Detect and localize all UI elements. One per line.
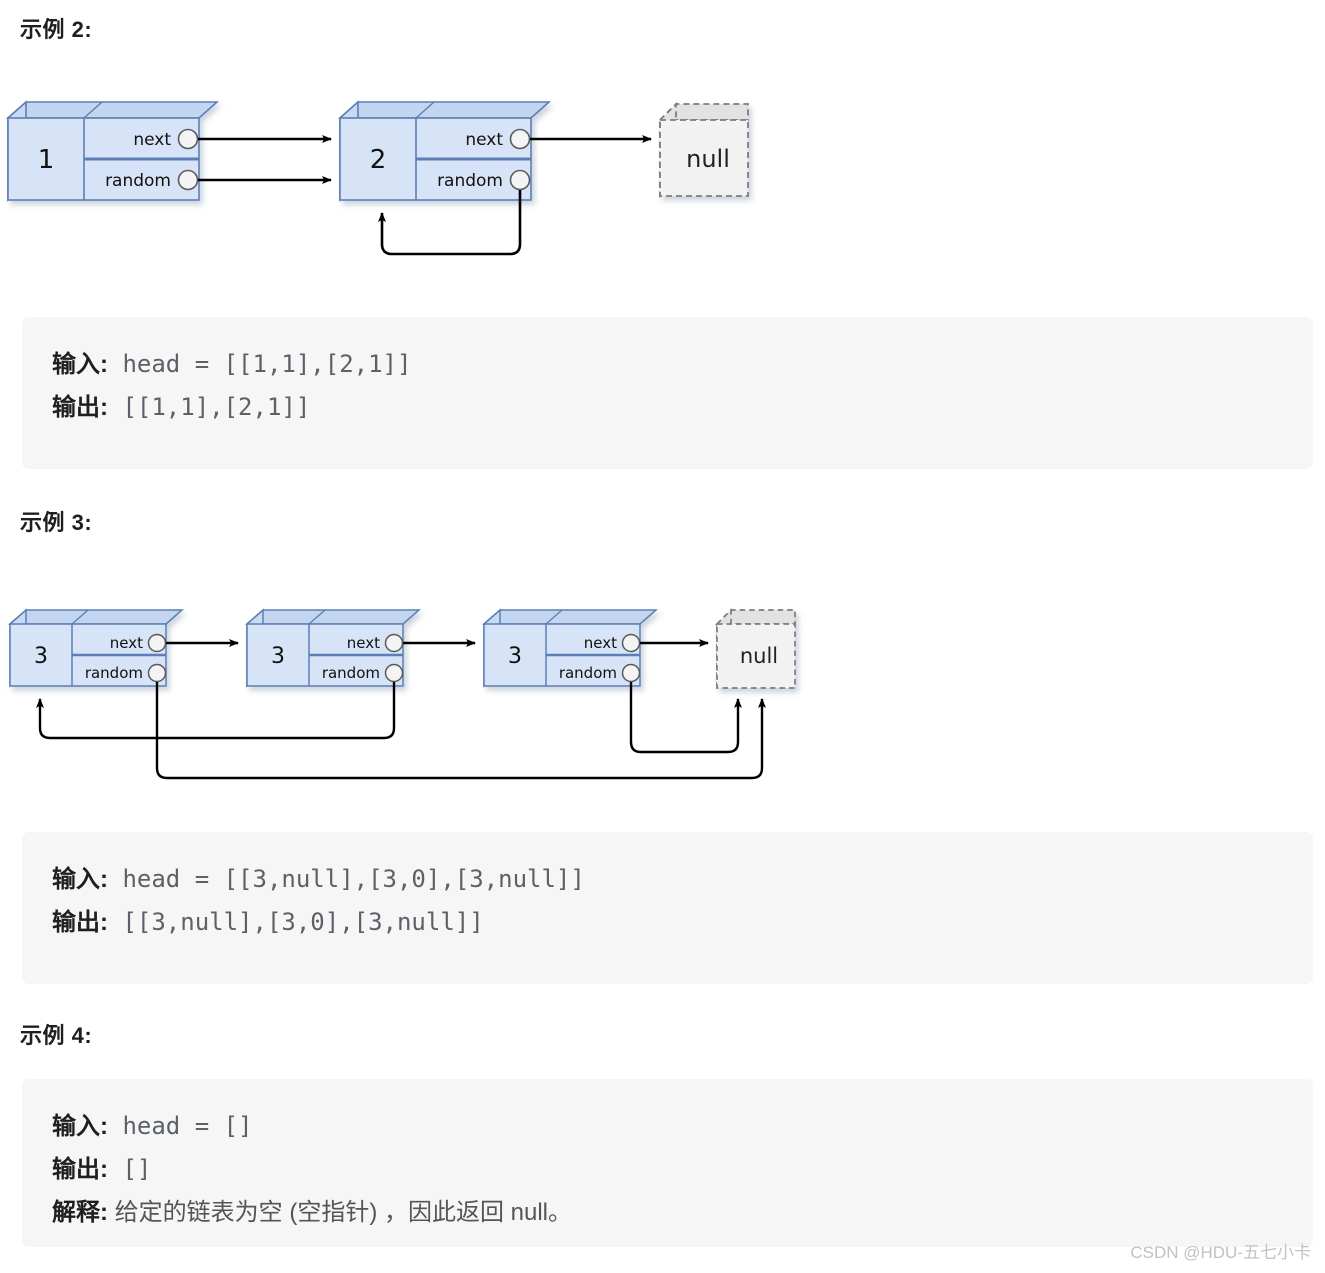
code-line-label: 输入: xyxy=(52,351,108,378)
code-line-value: [] xyxy=(108,1155,152,1183)
section-heading-example-4: 示例 4: xyxy=(20,1023,93,1048)
code-line-label: 输出: xyxy=(52,394,108,421)
next-pointer-dot xyxy=(384,633,404,653)
code-block-example-4: 输入: head = [] 输出: [] 解释: 给定的链表为空 (空指针) ，… xyxy=(22,1079,1313,1247)
code-line-label: 输出: xyxy=(52,1156,108,1183)
code-line-value: [[1,1],[2,1]] xyxy=(108,393,311,421)
code-line-value: head = [[1,1],[2,1]] xyxy=(108,350,412,378)
next-pointer-dot xyxy=(621,633,641,653)
section-heading-example-3: 示例 3: xyxy=(20,510,93,535)
code-line-value: 给定的链表为空 (空指针) ，因此返回 null。 xyxy=(108,1199,573,1226)
linked-list-node-2: 3 next random xyxy=(245,608,421,688)
node-next-label: next xyxy=(133,130,171,150)
edge-node1-random-to-null xyxy=(155,682,766,780)
node-next-label: next xyxy=(110,634,143,652)
node-value: 3 xyxy=(34,644,48,669)
node-random-label: random xyxy=(559,664,617,682)
node-random-label: random xyxy=(85,664,143,682)
node-next-label: next xyxy=(584,634,617,652)
code-line: 输出: [] xyxy=(52,1148,1313,1191)
watermark: CSDN @HDU-五七小卡 xyxy=(1130,1243,1311,1262)
linked-list-node-1: 3 next random xyxy=(8,608,184,688)
random-pointer-dot xyxy=(621,663,641,683)
code-line: 解释: 给定的链表为空 (空指针) ，因此返回 null。 xyxy=(52,1191,1313,1234)
code-line: 输入: head = [[1,1],[2,1]] xyxy=(52,343,1313,386)
next-pointer-dot xyxy=(509,128,531,150)
null-label: null xyxy=(686,145,730,173)
code-line-label: 输入: xyxy=(52,866,108,893)
node-next-label: next xyxy=(347,634,380,652)
null-terminator-box: null xyxy=(657,101,749,199)
node-value: 3 xyxy=(271,644,285,669)
null-terminator-box: null xyxy=(714,607,796,691)
node-random-label: random xyxy=(437,171,503,191)
page-root: 示例 2: 1 next random 2 next random null 输… xyxy=(0,0,1325,1273)
node-random-label: random xyxy=(105,171,171,191)
node-value: 1 xyxy=(38,145,55,175)
node-next-label: next xyxy=(465,130,503,150)
section-heading-example-2: 示例 2: xyxy=(20,17,93,42)
code-block-example-3: 输入: head = [[3,null],[3,0],[3,null]] 输出:… xyxy=(22,832,1313,984)
random-pointer-dot xyxy=(177,169,199,191)
random-pointer-dot xyxy=(509,169,531,191)
code-block-example-2: 输入: head = [[1,1],[2,1]] 输出: [[1,1],[2,1… xyxy=(22,317,1313,469)
code-line: 输出: [[1,1],[2,1]] xyxy=(52,386,1313,429)
code-line: 输出: [[3,null],[3,0],[3,null]] xyxy=(52,901,1313,944)
code-line-label: 输入: xyxy=(52,1113,108,1140)
edge-node3-random-to-null xyxy=(629,682,742,754)
node-value: 3 xyxy=(508,644,522,669)
linked-list-node-3: 3 next random xyxy=(482,608,658,688)
code-line: 输入: head = [] xyxy=(52,1105,1313,1148)
code-line: 输入: head = [[3,null],[3,0],[3,null]] xyxy=(52,858,1313,901)
random-pointer-dot xyxy=(147,663,167,683)
next-pointer-dot xyxy=(147,633,167,653)
code-line-value: [[3,null],[3,0],[3,null]] xyxy=(108,908,484,936)
diagram-example-3: 3 next random 3 next random 3 next rando… xyxy=(8,607,796,780)
code-line-value: head = [] xyxy=(108,1112,253,1140)
node-random-label: random xyxy=(322,664,380,682)
random-pointer-dot xyxy=(384,663,404,683)
linked-list-node-1: 1 next random xyxy=(5,100,220,202)
node-value: 2 xyxy=(370,145,387,175)
code-line-label: 输出: xyxy=(52,909,108,936)
code-line-value: head = [[3,null],[3,0],[3,null]] xyxy=(108,865,585,893)
edge-node2-random-to-node1 xyxy=(36,682,396,740)
linked-list-node-2: 2 next random xyxy=(337,100,552,202)
next-pointer-dot xyxy=(177,128,199,150)
code-line-label: 解释: xyxy=(52,1199,108,1226)
null-label: null xyxy=(740,644,778,668)
